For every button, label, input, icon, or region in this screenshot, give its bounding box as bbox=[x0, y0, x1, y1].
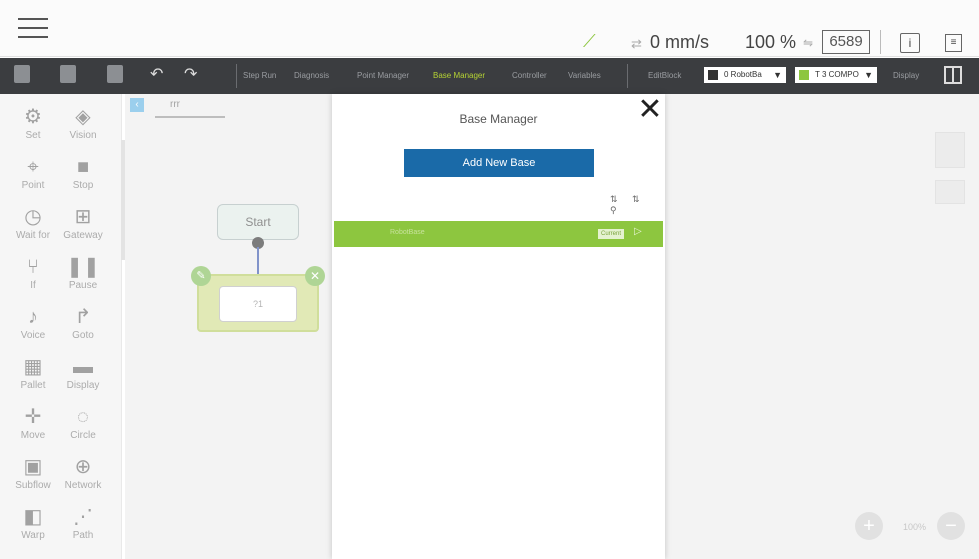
hamburger-menu-icon[interactable] bbox=[18, 16, 48, 40]
menu-editblock[interactable]: EditBlock bbox=[648, 71, 681, 80]
menu-controller[interactable]: Controller bbox=[512, 71, 547, 80]
panel-toggle-icon[interactable] bbox=[944, 66, 962, 84]
menu-display[interactable]: Display bbox=[893, 71, 919, 80]
info-icon[interactable]: i bbox=[900, 33, 920, 53]
menu-point-manager[interactable]: Point Manager bbox=[357, 71, 409, 80]
robot-base-select-value: 0 RobotBa bbox=[724, 70, 762, 79]
divider bbox=[880, 30, 881, 54]
menu-step-run[interactable]: Step Run bbox=[243, 71, 276, 80]
menu-variables[interactable]: Variables bbox=[568, 71, 601, 80]
tool-select[interactable]: T 3 COMPO ▼ bbox=[795, 67, 877, 83]
speed-percent[interactable]: 100 % bbox=[745, 32, 796, 53]
base-list-item[interactable]: RobotBase Current ▷ bbox=[334, 221, 663, 247]
chevron-right-icon[interactable]: ▷ bbox=[634, 226, 642, 237]
chevron-down-icon: ▼ bbox=[864, 70, 873, 80]
divider bbox=[236, 64, 237, 88]
toolbar: ↶ ↷ Step Run Diagnosis Point Manager Bas… bbox=[0, 58, 979, 94]
dialog-title: Base Manager bbox=[459, 112, 538, 126]
chevron-down-icon: ▼ bbox=[773, 70, 782, 80]
robot-base-select[interactable]: 0 RobotBa ▼ bbox=[704, 67, 786, 83]
base-icon bbox=[708, 70, 718, 80]
export-icon[interactable] bbox=[107, 65, 123, 83]
tool-select-value: T 3 COMPO bbox=[815, 70, 859, 79]
document-icon[interactable]: ≡ bbox=[945, 34, 962, 52]
speed-readout: 0 mm/s bbox=[650, 32, 710, 52]
link-icon: ⇋ bbox=[803, 36, 814, 50]
status-bar: ⟋ ⇄ 0 mm/s 100 % ⇋ 6589 i ≡ bbox=[0, 0, 979, 57]
save-icon[interactable] bbox=[14, 65, 30, 83]
menu-diagnosis[interactable]: Diagnosis bbox=[294, 71, 329, 80]
divider bbox=[627, 64, 628, 88]
robot-arm-icon[interactable]: ⟋ bbox=[583, 31, 613, 51]
undo-icon[interactable]: ↶ bbox=[150, 64, 163, 84]
counter-box: 6589 bbox=[822, 30, 870, 54]
save-as-icon[interactable] bbox=[60, 65, 76, 83]
app-root: ⟋ ⇄ 0 mm/s 100 % ⇋ 6589 i ≡ ↶ ↷ Step Run… bbox=[0, 0, 979, 559]
base-name: RobotBase bbox=[390, 229, 425, 236]
close-icon[interactable]: ✕ bbox=[636, 94, 664, 126]
current-badge: Current bbox=[598, 229, 625, 239]
base-manager-dialog: Base Manager ✕ Add New Base ⇅ ⇅ ⚲ RobotB… bbox=[332, 94, 665, 559]
menu-base-manager[interactable]: Base Manager bbox=[433, 71, 485, 80]
redo-icon[interactable]: ↷ bbox=[184, 64, 197, 84]
sort-filter-icons[interactable]: ⇅ ⇅ ⚲ bbox=[610, 194, 665, 216]
tool-icon bbox=[799, 70, 809, 80]
speed-icon: ⇄ bbox=[631, 36, 642, 51]
add-new-base-button[interactable]: Add New Base bbox=[404, 149, 594, 177]
